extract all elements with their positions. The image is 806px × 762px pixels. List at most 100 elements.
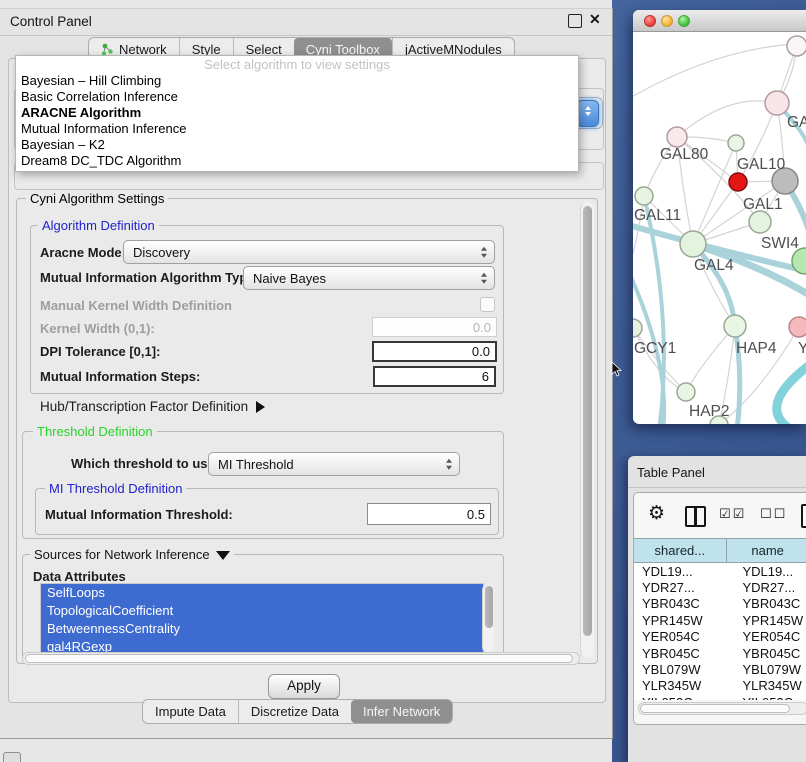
settings-vscroll-thumb[interactable] [583, 206, 592, 636]
network-node[interactable] [749, 211, 771, 233]
table-cell: YDL19... [726, 564, 806, 579]
sources-title-row[interactable]: Sources for Network Inference [30, 548, 234, 562]
collapsed-arrow-icon [256, 401, 265, 413]
columns-icon[interactable] [685, 506, 706, 527]
table-cell: YBR045C [726, 646, 806, 661]
network-node[interactable] [677, 383, 695, 401]
which-threshold-combobox[interactable]: MI Threshold [208, 452, 460, 476]
dpi-tolerance-field[interactable] [372, 341, 497, 362]
table-row[interactable]: YBR045CYBR045C9. [634, 645, 806, 661]
threshold-definition-title: Threshold Definition [33, 425, 157, 439]
document-icon[interactable] [801, 504, 806, 528]
minimize-traffic-light[interactable] [661, 15, 673, 27]
network-node[interactable] [789, 317, 806, 337]
network-node-label: Y [798, 340, 806, 357]
network-node[interactable] [729, 173, 747, 191]
dropdown-item[interactable]: Mutual Information Inference [16, 121, 578, 137]
network-node[interactable] [667, 127, 687, 147]
gear-icon[interactable]: ⚙ [648, 502, 665, 524]
attributes-vscroll-thumb[interactable] [485, 586, 493, 628]
deselect-all-checkboxes-icon[interactable]: ☐☐ [760, 507, 787, 522]
aracne-mode-combobox[interactable]: Discovery [123, 240, 495, 264]
table-row[interactable]: YBL079WYBL079W [634, 661, 806, 677]
tab-impute-data[interactable]: Impute Data [143, 700, 238, 723]
mi-threshold-definition-title: MI Threshold Definition [45, 482, 186, 496]
tab-impute-data-label: Impute Data [155, 704, 226, 719]
dropdown-prompt: Select algorithm to view settings [16, 56, 578, 73]
tab-discretize-data-label: Discretize Data [251, 704, 339, 719]
minimized-panel-icon[interactable] [3, 752, 21, 762]
table-row[interactable]: YPR145WYPR145W9. [634, 612, 806, 628]
apply-button[interactable]: Apply [268, 674, 340, 699]
hub-definition-toggle[interactable]: Hub/Transcription Factor Definition [40, 399, 265, 414]
table-header-row[interactable]: shared...name [634, 538, 806, 563]
tab-infer-network[interactable]: Infer Network [351, 700, 452, 723]
network-node-label: HAP4 [736, 340, 777, 357]
close-icon[interactable]: ✕ [589, 11, 601, 28]
network-node[interactable] [728, 135, 744, 151]
data-attributes-list[interactable]: SelfLoopsTopologicalCoefficientBetweenne… [40, 583, 484, 656]
network-node-label: GAL11 [634, 207, 681, 224]
table-row[interactable]: YDL19...YDL19...13 [634, 563, 806, 579]
settings-vertical-scrollbar[interactable] [580, 202, 594, 658]
table-panel-body: ⚙ ☑☑ ☐☐ shared...name YDL19...YDL19...13… [633, 492, 806, 725]
table-row[interactable]: YIL052CYIL052C0. [634, 694, 806, 700]
table-row[interactable]: YBR043CYBR043C [634, 596, 806, 612]
network-node[interactable] [765, 91, 789, 115]
float-window-icon[interactable] [568, 14, 582, 28]
mi-type-label: Mutual Information Algorithm Type: [40, 270, 259, 285]
kernel-width-field[interactable] [372, 317, 497, 337]
table-rows[interactable]: YDL19...YDL19...13YDR27...YDR27...12YBR0… [634, 563, 806, 700]
zoom-traffic-light[interactable] [678, 15, 690, 27]
table-column-header[interactable]: shared... [634, 539, 727, 562]
settings-hscroll-thumb[interactable] [25, 654, 573, 663]
attribute-list-item[interactable]: BetweennessCentrality [41, 620, 483, 638]
control-panel-titlebar: Control Panel ✕ [0, 9, 612, 36]
network-node[interactable] [724, 315, 746, 337]
tab-discretize-data[interactable]: Discretize Data [238, 700, 351, 723]
network-node[interactable] [635, 187, 653, 205]
table-cell: YBR045C [634, 646, 726, 661]
table-hscrollbar[interactable] [638, 702, 806, 715]
attribute-list-item[interactable]: TopologicalCoefficient [41, 602, 483, 620]
table-column-header[interactable]: name [727, 539, 806, 562]
table-hscroll-thumb[interactable] [640, 704, 790, 713]
table-row[interactable]: YER054CYER054C8. [634, 629, 806, 645]
settings-hscrollbar[interactable] [22, 652, 580, 665]
dropdown-item-list: Bayesian – Hill ClimbingBasic Correlatio… [16, 73, 578, 169]
table-cell: YBR043C [726, 596, 806, 611]
table-cell: YLR345W [634, 678, 726, 693]
dropdown-item[interactable]: ARACNE Algorithm [16, 105, 578, 121]
table-cell: YBL079W [726, 662, 806, 677]
network-node[interactable] [787, 36, 806, 56]
algorithm-selector-arrows-button[interactable] [576, 100, 599, 127]
dropdown-item[interactable]: Basic Correlation Inference [16, 89, 578, 105]
network-canvas[interactable]: GALGAL80GAL10GAL1GAL11SWI4GAL4GCY1HAP4YH… [633, 32, 806, 424]
table-row[interactable]: YLR345WYLR345W9. [634, 678, 806, 694]
table-row[interactable]: YDR27...YDR27...12 [634, 579, 806, 595]
select-all-checkboxes-icon[interactable]: ☑☑ [719, 507, 746, 522]
table-cell: YBR043C [634, 596, 726, 611]
which-threshold-value: MI Threshold [218, 457, 294, 472]
hub-definition-label: Hub/Transcription Factor Definition [40, 399, 248, 414]
dropdown-item[interactable]: Dream8 DC_TDC Algorithm [16, 153, 578, 169]
algorithm-definition-title: Algorithm Definition [38, 219, 159, 233]
mi-threshold-field[interactable] [367, 503, 491, 525]
which-threshold-label: Which threshold to use: [71, 456, 219, 471]
network-node[interactable] [680, 231, 706, 257]
dropdown-item[interactable]: Bayesian – K2 [16, 137, 578, 153]
manual-kernel-checkbox[interactable] [480, 297, 495, 312]
network-node-label: HAP2 [689, 403, 730, 420]
network-window-titlebar[interactable] [633, 10, 806, 32]
combo-arrows-icon [481, 247, 487, 258]
attributes-vscrollbar[interactable] [482, 584, 494, 653]
close-traffic-light[interactable] [644, 15, 656, 27]
dropdown-item[interactable]: Bayesian – Hill Climbing [16, 73, 578, 89]
mi-type-combobox[interactable]: Naive Bayes [243, 266, 495, 290]
attribute-list-item[interactable]: SelfLoops [41, 584, 483, 602]
aracne-mode-value: Discovery [133, 245, 190, 260]
network-node[interactable] [633, 319, 642, 337]
kernel-width-label: Kernel Width (0,1): [40, 321, 155, 336]
mi-steps-field[interactable] [373, 366, 496, 387]
table-cell: YPR145W [634, 613, 726, 628]
